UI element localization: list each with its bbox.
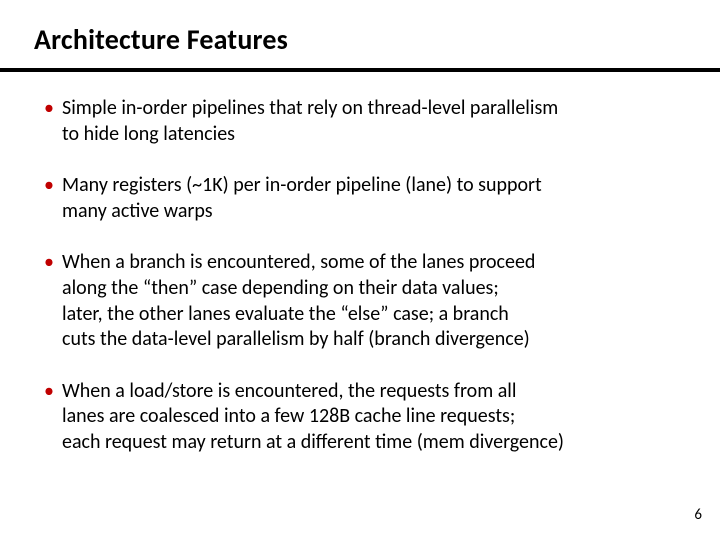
bullet-line: to hide long latencies <box>62 122 684 148</box>
bullet-line: cuts the data-level parallelism by half … <box>62 327 684 353</box>
bullet-item: When a branch is encountered, some of th… <box>44 250 684 352</box>
bullet-line: each request may return at a different t… <box>62 430 684 456</box>
bullet-line: later, the other lanes evaluate the “els… <box>62 302 684 328</box>
slide-body: Simple in-order pipelines that rely on t… <box>44 96 684 482</box>
bullet-line: lanes are coalesced into a few 128B cach… <box>62 404 684 430</box>
title-underline <box>0 68 720 72</box>
bullet-line: along the “then” case depending on their… <box>62 276 684 302</box>
bullet-line: many active warps <box>62 199 684 225</box>
bullet-line: Many registers (~1K) per in-order pipeli… <box>62 173 684 199</box>
slide: Architecture Features Simple in-order pi… <box>0 0 720 540</box>
bullet-line: When a load/store is encountered, the re… <box>62 379 684 405</box>
slide-title: Architecture Features <box>34 22 288 57</box>
bullet-line: When a branch is encountered, some of th… <box>62 250 684 276</box>
bullet-line: Simple in-order pipelines that rely on t… <box>62 96 684 122</box>
bullet-item: When a load/store is encountered, the re… <box>44 379 684 456</box>
bullet-item: Many registers (~1K) per in-order pipeli… <box>44 173 684 224</box>
page-number: 6 <box>694 506 702 524</box>
bullet-item: Simple in-order pipelines that rely on t… <box>44 96 684 147</box>
